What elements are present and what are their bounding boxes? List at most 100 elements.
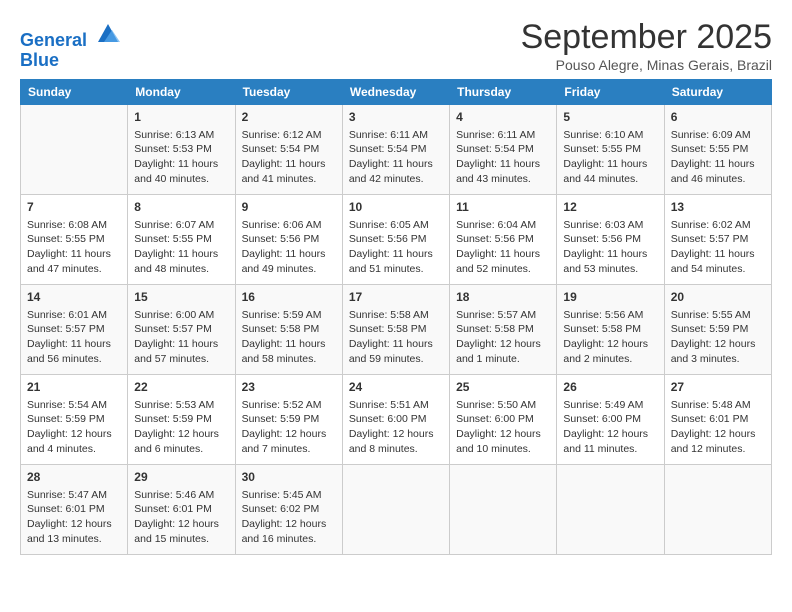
day-info-line: Daylight: 12 hours [27, 427, 121, 442]
day-info-line: and 2 minutes. [563, 352, 657, 367]
calendar-cell: 19Sunrise: 5:56 AMSunset: 5:58 PMDayligh… [557, 285, 664, 375]
calendar-cell [557, 465, 664, 555]
calendar-cell: 17 Sunrise: 5:58 AMSunset: 5:58 PMDayligh… [342, 285, 449, 375]
day-info-line: Daylight: 12 hours [134, 517, 228, 532]
day-info-line: and 43 minutes. [456, 172, 550, 187]
calendar-cell: 18Sunrise: 5:57 AMSunset: 5:58 PMDayligh… [450, 285, 557, 375]
day-info-line: Sunset: 6:02 PM [242, 502, 336, 517]
day-info-line: and 40 minutes. [134, 172, 228, 187]
day-info-line: Sunrise: 5:50 AM [456, 398, 550, 413]
day-info-line: Sunset: 5:58 PM [242, 322, 336, 337]
day-info-line: Sunset: 6:01 PM [27, 502, 121, 517]
day-number: 8 [134, 199, 228, 216]
day-info-line: Sunset: 5:58 PM [349, 322, 443, 337]
day-info-line: and 56 minutes. [27, 352, 121, 367]
weekday-header-row: SundayMondayTuesdayWednesdayThursdayFrid… [21, 80, 772, 105]
day-info-line: and 49 minutes. [242, 262, 336, 277]
calendar-cell [664, 465, 771, 555]
calendar-cell: 24Sunrise: 5:51 AMSunset: 6:00 PMDayligh… [342, 375, 449, 465]
calendar-cell: 25Sunrise: 5:50 AMSunset: 6:00 PMDayligh… [450, 375, 557, 465]
day-info-line: Sunrise: 5:46 AM [134, 488, 228, 503]
day-info-line: and 42 minutes. [349, 172, 443, 187]
calendar-cell: 4Sunrise: 6:11 AMSunset: 5:54 PMDaylight… [450, 105, 557, 195]
day-info-line: Sunrise: 5:55 AM [671, 308, 765, 323]
day-number: 22 [134, 379, 228, 396]
day-info-line: Sunrise: 6:11 AM [349, 128, 443, 143]
weekday-header-monday: Monday [128, 80, 235, 105]
day-info-line: Sunrise: 6:02 AM [671, 218, 765, 233]
calendar-cell [21, 105, 128, 195]
day-info-line: Sunrise: 5:59 AM [242, 308, 336, 323]
day-info-line: and 47 minutes. [27, 262, 121, 277]
day-info-line: Sunset: 5:56 PM [563, 232, 657, 247]
week-row-1: 1Sunrise: 6:13 AMSunset: 5:53 PMDaylight… [21, 105, 772, 195]
day-info-line: Daylight: 12 hours [563, 427, 657, 442]
day-info-line: Sunset: 5:55 PM [671, 142, 765, 157]
day-info-line: Daylight: 11 hours [349, 337, 443, 352]
calendar-cell: 27Sunrise: 5:48 AMSunset: 6:01 PMDayligh… [664, 375, 771, 465]
day-info-line: Daylight: 11 hours [242, 337, 336, 352]
day-info-line: Daylight: 11 hours [563, 157, 657, 172]
logo-icon [94, 18, 122, 46]
day-number: 9 [242, 199, 336, 216]
day-info-line: Sunrise: 5:56 AM [563, 308, 657, 323]
day-number: 10 [349, 199, 443, 216]
day-info-line: and 48 minutes. [134, 262, 228, 277]
day-info-line: Sunrise: 6:00 AM [134, 308, 228, 323]
day-info-line: Sunrise: 5:57 AM [456, 308, 550, 323]
calendar-cell: 12Sunrise: 6:03 AMSunset: 5:56 PMDayligh… [557, 195, 664, 285]
day-info-line: Sunset: 5:56 PM [456, 232, 550, 247]
day-info-line: and 16 minutes. [242, 532, 336, 547]
day-info-line: Sunrise: 6:09 AM [671, 128, 765, 143]
day-number: 29 [134, 469, 228, 486]
day-info-line: Daylight: 11 hours [27, 337, 121, 352]
day-number: 17 [349, 289, 443, 306]
day-number: 24 [349, 379, 443, 396]
day-number: 28 [27, 469, 121, 486]
day-info-line: and 3 minutes. [671, 352, 765, 367]
day-info-line: Sunset: 5:59 PM [242, 412, 336, 427]
day-info-line: Sunset: 5:54 PM [242, 142, 336, 157]
day-number: 16 [242, 289, 336, 306]
day-number: 23 [242, 379, 336, 396]
day-info-line: Sunrise: 5:58 AM [349, 308, 443, 323]
day-info-line: Sunrise: 6:01 AM [27, 308, 121, 323]
day-info-line: Sunrise: 6:12 AM [242, 128, 336, 143]
day-info-line: Sunset: 5:53 PM [134, 142, 228, 157]
day-number: 20 [671, 289, 765, 306]
day-number: 15 [134, 289, 228, 306]
day-info-line: Daylight: 12 hours [456, 337, 550, 352]
day-info-line: Daylight: 12 hours [563, 337, 657, 352]
calendar-cell: 20Sunrise: 5:55 AMSunset: 5:59 PMDayligh… [664, 285, 771, 375]
calendar-cell: 8Sunrise: 6:07 AMSunset: 5:55 PMDaylight… [128, 195, 235, 285]
day-info-line: Sunrise: 5:49 AM [563, 398, 657, 413]
day-info-line: Daylight: 12 hours [242, 427, 336, 442]
calendar-cell [450, 465, 557, 555]
day-info-line: and 57 minutes. [134, 352, 228, 367]
title-block: September 2025 Pouso Alegre, Minas Gerai… [521, 18, 772, 73]
day-number: 25 [456, 379, 550, 396]
calendar-cell: 11Sunrise: 6:04 AMSunset: 5:56 PMDayligh… [450, 195, 557, 285]
day-info-line: Daylight: 11 hours [134, 337, 228, 352]
week-row-5: 28Sunrise: 5:47 AMSunset: 6:01 PMDayligh… [21, 465, 772, 555]
day-info-line: Daylight: 12 hours [671, 427, 765, 442]
day-info-line: and 41 minutes. [242, 172, 336, 187]
day-info-line: Sunrise: 6:06 AM [242, 218, 336, 233]
day-info-line: Sunrise: 6:05 AM [349, 218, 443, 233]
day-info-line: Sunset: 5:58 PM [456, 322, 550, 337]
day-info-line: and 6 minutes. [134, 442, 228, 457]
day-info-line: Sunrise: 6:10 AM [563, 128, 657, 143]
day-info-line: Sunset: 5:58 PM [563, 322, 657, 337]
calendar-cell: 15Sunrise: 6:00 AMSunset: 5:57 PMDayligh… [128, 285, 235, 375]
calendar-cell: 29Sunrise: 5:46 AMSunset: 6:01 PMDayligh… [128, 465, 235, 555]
day-info-line: Sunrise: 6:07 AM [134, 218, 228, 233]
day-number: 6 [671, 109, 765, 126]
day-info-line: Daylight: 11 hours [456, 157, 550, 172]
weekday-header-thursday: Thursday [450, 80, 557, 105]
day-info-line: Daylight: 12 hours [134, 427, 228, 442]
day-number: 21 [27, 379, 121, 396]
day-number: 4 [456, 109, 550, 126]
day-info-line: Sunset: 6:01 PM [671, 412, 765, 427]
day-info-line: Daylight: 11 hours [456, 247, 550, 262]
day-number: 11 [456, 199, 550, 216]
